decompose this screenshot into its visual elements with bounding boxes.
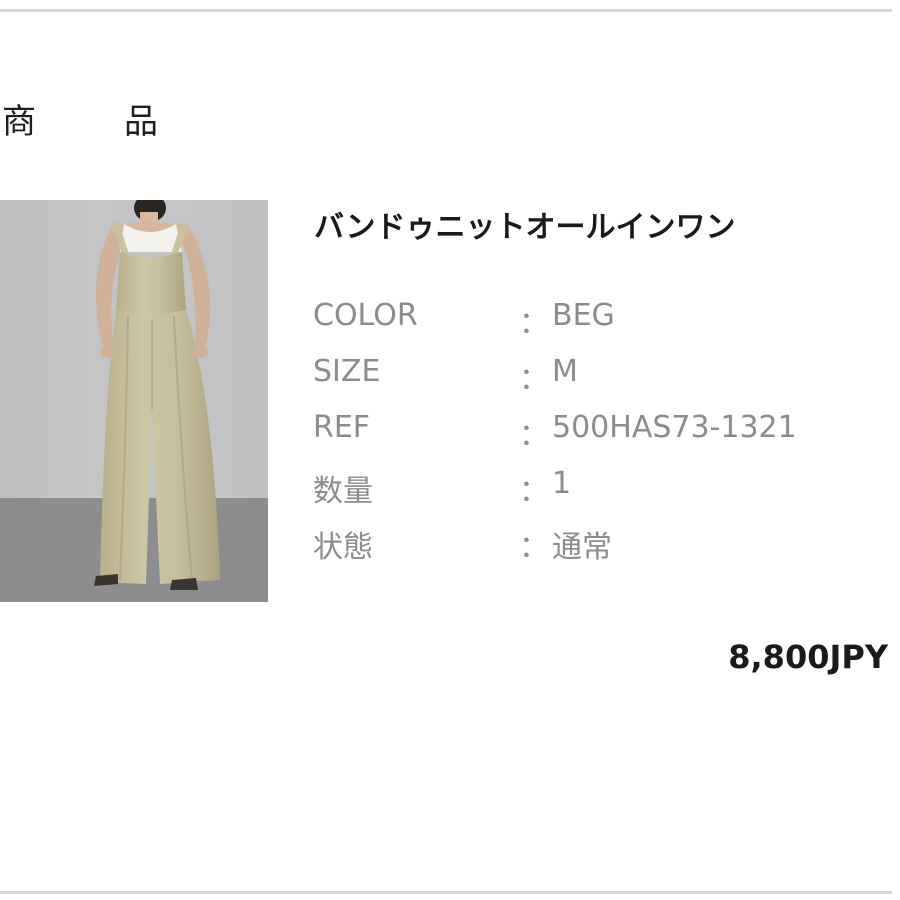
spec-label-color: COLOR (313, 298, 418, 333)
spec-colon: ： (519, 474, 549, 509)
spec-label-ref: REF (313, 410, 371, 445)
spec-value-ref: 500HAS73-1321 (552, 410, 797, 445)
section-heading-char-1: 商 (2, 102, 36, 142)
spec-value-color: BEG (552, 298, 615, 333)
spec-colon: ： (519, 530, 549, 565)
section-heading-char-2: 品 (124, 102, 158, 142)
spec-value-quantity: 1 (552, 466, 572, 501)
spec-value-size: M (552, 354, 578, 389)
spec-colon: ： (519, 362, 549, 397)
spec-colon: ： (519, 306, 549, 341)
spec-colon: ： (519, 418, 549, 453)
product-price: 8,800JPY (728, 638, 888, 676)
product-photo-jumpsuit-icon (0, 200, 268, 602)
bottom-divider (0, 891, 892, 894)
spec-label-size: SIZE (313, 354, 381, 389)
spec-value-status: 通常 (552, 530, 612, 565)
top-divider (0, 9, 892, 12)
product-image[interactable] (0, 200, 268, 602)
spec-label-status: 状態 (313, 530, 373, 565)
spec-label-quantity: 数量 (313, 474, 373, 509)
product-name[interactable]: バンドゥニットオールインワン (314, 202, 736, 246)
section-heading: 商 品 (2, 94, 158, 143)
